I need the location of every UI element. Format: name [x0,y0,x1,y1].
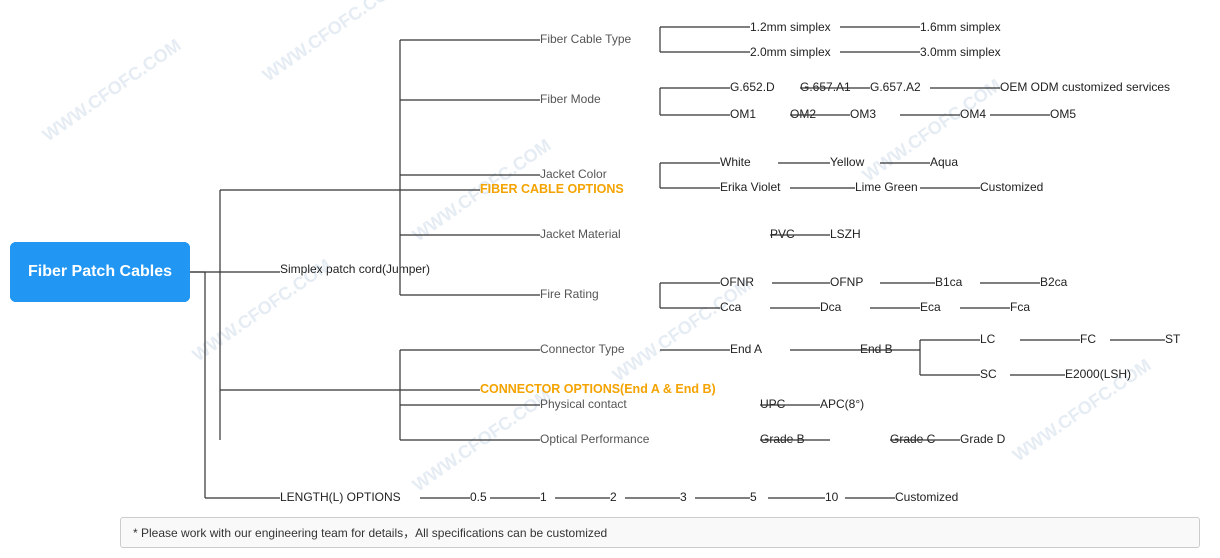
main-container: WWW.CFOFC.COM WWW.CFOFC.COM WWW.CFOFC.CO… [0,0,1220,558]
conn-sc: SC [980,367,997,381]
color-customized: Customized [980,180,1043,194]
fiber-mode-label: Fiber Mode [540,92,601,106]
len-0-5: 0.5 [470,490,487,504]
fire-b1ca: B1ca [935,275,962,289]
fire-cca: Cca [720,300,741,314]
len-3: 3 [680,490,687,504]
fiber-g657a1: G.657.A1 [800,80,851,94]
watermark-1: WWW.CFOFC.COM [39,35,185,146]
fire-dca: Dca [820,300,841,314]
conn-st: ST [1165,332,1180,346]
fiber-oem: OEM ODM customized services [1000,80,1170,94]
footer-text: * Please work with our engineering team … [133,526,607,540]
cable-type-label: Fiber Cable Type [540,32,631,46]
jacket-color-label: Jacket Color [540,167,607,181]
connector-options-label: CONNECTOR OPTIONS(End A & End B) [480,382,716,396]
cable-1-2mm: 1.2mm simplex [750,20,831,34]
color-aqua: Aqua [930,155,958,169]
len-1: 1 [540,490,547,504]
grade-c: Grade C [890,432,935,446]
color-lime: Lime Green [855,180,918,194]
mat-lszh: LSZH [830,227,861,241]
fire-b2ca: B2ca [1040,275,1067,289]
fire-ofnp: OFNP [830,275,863,289]
grade-d: Grade D [960,432,1005,446]
watermark-8: WWW.CFOFC.COM [409,385,555,496]
length-label: LENGTH(L) OPTIONS [280,490,401,504]
watermark-2: WWW.CFOFC.COM [259,0,405,86]
fire-ofnr: OFNR [720,275,754,289]
len-2: 2 [610,490,617,504]
fiber-om3: OM3 [850,107,876,121]
footer-note: * Please work with our engineering team … [120,517,1200,548]
color-yellow: Yellow [830,155,864,169]
fiber-om2: OM2 [790,107,816,121]
fiber-g652d: G.652.D [730,80,775,94]
contact-apc: APC(8°) [820,397,864,411]
fiber-g657a2: G.657.A2 [870,80,921,94]
fire-eca: Eca [920,300,941,314]
connector-type-label: Connector Type [540,342,625,356]
cable-3-0mm: 3.0mm simplex [920,45,1001,59]
simplex-label: Simplex patch cord(Jumper) [280,262,430,276]
len-10: 10 [825,490,838,504]
mat-pvc: PVC [770,227,795,241]
fiber-om4: OM4 [960,107,986,121]
cable-1-6mm: 1.6mm simplex [920,20,1001,34]
fire-fca: Fca [1010,300,1030,314]
contact-upc: UPC [760,397,785,411]
color-erika: Erika Violet [720,180,780,194]
len-customized: Customized [895,490,958,504]
fire-rating-label: Fire Rating [540,287,599,301]
physical-contact-label: Physical contact [540,397,627,411]
conn-lc: LC [980,332,995,346]
root-node: Fiber Patch Cables [10,242,190,302]
conn-fc: FC [1080,332,1096,346]
fiber-om5: OM5 [1050,107,1076,121]
color-white: White [720,155,751,169]
len-5: 5 [750,490,757,504]
optical-perf-label: Optical Performance [540,432,649,446]
watermark-5: WWW.CFOFC.COM [609,275,755,386]
jacket-material-label: Jacket Material [540,227,621,241]
conn-enda: End A [730,342,762,356]
conn-endb: End B [860,342,893,356]
fiber-options-label: FIBER CABLE OPTIONS [480,182,624,196]
fiber-om1: OM1 [730,107,756,121]
conn-e2000: E2000(LSH) [1065,367,1131,381]
grade-b: Grade B [760,432,805,446]
root-label: Fiber Patch Cables [28,263,172,281]
cable-2-0mm: 2.0mm simplex [750,45,831,59]
